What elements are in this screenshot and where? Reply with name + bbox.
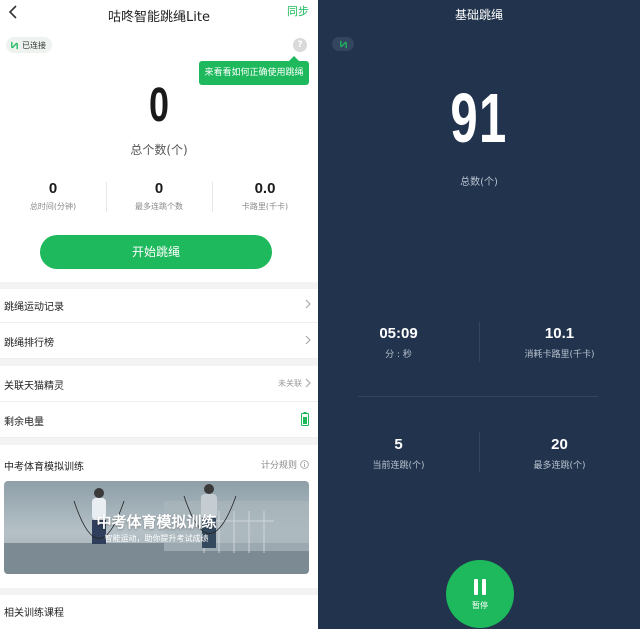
metric-current-streak: 5 当前连跳(个) [318, 436, 479, 471]
chevron-right-icon [305, 299, 311, 309]
metric-label: 当前连跳(个) [372, 461, 425, 471]
divider [358, 396, 598, 397]
section-divider [0, 438, 318, 445]
chevron-right-icon [305, 378, 311, 388]
chevron-right-icon [305, 335, 311, 345]
menu-item-battery: 剩余电量 [0, 402, 318, 438]
metric-value: 05:09 [379, 325, 418, 342]
stat-value: 0.0 [254, 180, 276, 197]
section-divider [0, 359, 318, 366]
battery-icon [301, 412, 309, 426]
jump-rope-icon [11, 41, 18, 49]
stat-label: 总时间(分钟) [29, 202, 77, 211]
device-home-screen: 咕咚智能跳绳Lite 同步 已连接 ? 来看看如何正确使用跳绳 0 总个数(个)… [0, 0, 318, 629]
menu-item-records[interactable]: 跳绳运动记录 [0, 287, 318, 323]
metric-calories: 10.1 消耗卡路里(千卡) [479, 325, 640, 360]
menu-item-label: 跳绳排行榜 [4, 338, 54, 349]
related-courses-title: 相关训练课程 [4, 608, 64, 619]
session-total-label: 总数(个) [460, 177, 498, 188]
basic-jump-session-screen: 基础跳绳 91 总数(个) 05:09 分 : 秒 10.1 消耗卡路里(千卡)… [318, 0, 640, 629]
scoring-rules-link[interactable]: 计分规则 [261, 458, 309, 471]
stat-label: 卡路里(千卡) [241, 202, 289, 211]
banner-subtitle: 智能运动，助你提升考试成绩 [104, 534, 209, 543]
menu-item-tmall-genie[interactable]: 关联天猫精灵 未关联 [0, 366, 318, 402]
banner-title: 中考体育模拟训练 [96, 513, 217, 531]
menu-item-label: 剩余电量 [4, 417, 44, 428]
metric-value: 10.1 [544, 325, 575, 342]
start-jumping-button[interactable]: 开始跳绳 [40, 235, 272, 269]
section-divider [0, 588, 318, 595]
stat-value: 0 [154, 180, 164, 197]
pause-icon [474, 579, 486, 595]
metric-value: 5 [394, 436, 403, 453]
stat-total-time: 0 总时间(分钟) [0, 180, 106, 216]
stat-max-streak: 0 最多连跳个数 [106, 180, 212, 216]
info-icon [300, 460, 309, 469]
menu-item-label: 跳绳运动记录 [4, 302, 64, 313]
top-bar: 咕咚智能跳绳Lite 同步 [0, 0, 318, 28]
pause-label: 暂停 [472, 601, 488, 610]
connection-badge: 已连接 [6, 37, 52, 53]
menu-item-ranking[interactable]: 跳绳排行榜 [0, 323, 318, 359]
page-title: 咕咚智能跳绳Lite [108, 10, 210, 25]
exam-training-banner[interactable]: 中考体育模拟训练 智能运动，助你提升考试成绩 [4, 481, 309, 574]
metric-label: 最多连跳(个) [533, 461, 586, 471]
stat-label: 最多连跳个数 [135, 202, 183, 211]
metric-max-streak: 20 最多连跳(个) [479, 436, 640, 471]
jump-rope-icon [339, 40, 347, 48]
metric-duration: 05:09 分 : 秒 [318, 325, 479, 360]
metric-value: 20 [551, 436, 568, 453]
metric-label: 消耗卡路里(千卡) [524, 350, 595, 360]
session-title: 基础跳绳 [454, 8, 503, 22]
sync-button[interactable]: 同步 [287, 3, 309, 19]
exam-section-title: 中考体育模拟训练 [4, 462, 84, 473]
help-icon[interactable]: ? [293, 38, 307, 52]
stat-value: 0 [48, 180, 58, 197]
session-total-count: 91 [450, 79, 508, 157]
pause-button[interactable]: 暂停 [446, 560, 514, 628]
connection-indicator [332, 37, 354, 51]
stats-row: 0 总时间(分钟) 0 最多连跳个数 0.0 卡路里(千卡) [0, 180, 318, 216]
scoring-rules-label: 计分规则 [260, 461, 297, 471]
stat-calories: 0.0 卡路里(千卡) [212, 180, 318, 216]
connection-status: 已连接 [22, 40, 46, 50]
total-count-label: 总个数(个) [130, 143, 188, 157]
metric-label: 分 : 秒 [385, 350, 412, 360]
menu-item-label: 关联天猫精灵 [4, 381, 64, 392]
total-count: 0 [148, 79, 170, 132]
tmall-link-status: 未关联 [278, 379, 302, 388]
